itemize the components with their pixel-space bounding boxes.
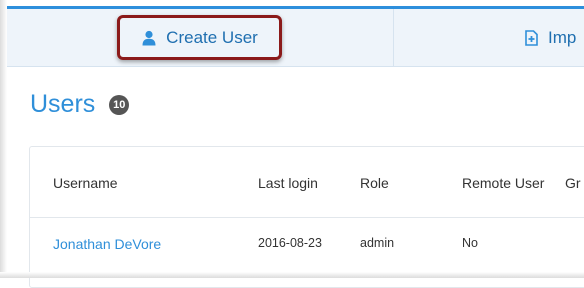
import-label: Imp [548, 27, 577, 47]
column-header-role[interactable]: Role [360, 175, 389, 191]
window-shadow-left [0, 0, 7, 278]
import-file-icon [525, 29, 538, 46]
app-window: Create User Imp Users 10 Username Last l… [0, 0, 584, 288]
user-count-badge: 10 [109, 94, 130, 115]
column-header-remote-user[interactable]: Remote User [462, 175, 544, 191]
window-shadow-bottom [0, 272, 584, 278]
action-tabs: Create User Imp [7, 9, 584, 67]
users-table: Username Last login Role Remote User Gr … [29, 146, 584, 288]
import-button[interactable]: Imp [394, 9, 584, 66]
page-title: Users [30, 90, 96, 118]
column-header-last-login[interactable]: Last login [258, 175, 318, 191]
last-login-cell: 2016-08-23 [258, 236, 322, 250]
role-cell: admin [360, 236, 395, 250]
username-link[interactable]: Jonathan DeVore [53, 236, 161, 252]
create-user-label: Create User [166, 27, 258, 47]
table-header-row: Username Last login Role Remote User Gr [30, 147, 584, 218]
user-icon [142, 30, 156, 46]
table-row: Jonathan DeVore 2016-08-23 admin No [30, 218, 584, 278]
column-header-username[interactable]: Username [53, 175, 118, 191]
column-header-groups[interactable]: Gr [565, 175, 581, 191]
create-user-button[interactable]: Create User [7, 9, 393, 66]
remote-user-cell: No [462, 236, 478, 250]
page-header: Users 10 [30, 90, 130, 119]
